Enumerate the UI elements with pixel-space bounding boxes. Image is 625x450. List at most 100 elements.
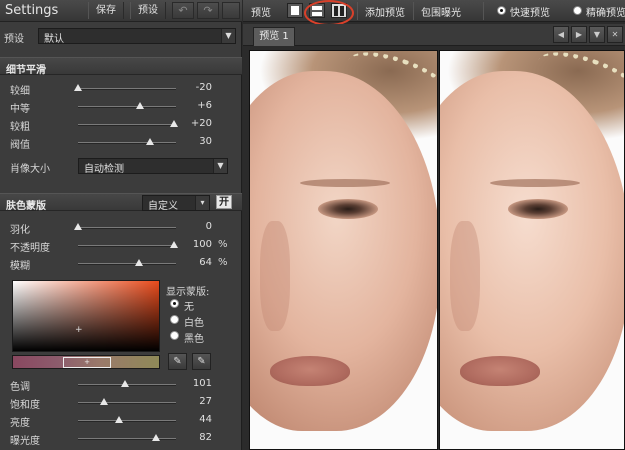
slider-track[interactable]: [78, 138, 176, 145]
tab-menu-icon[interactable]: ▼: [589, 26, 605, 43]
preset-row-label: 预设: [4, 34, 24, 45]
slider-value[interactable]: +20: [172, 118, 212, 129]
slider-row: 羽化 0: [0, 220, 242, 236]
slider-row: 阀值 30: [0, 135, 242, 151]
slider-thumb[interactable]: [121, 380, 130, 387]
slider-value[interactable]: 101: [172, 378, 212, 389]
slider-value[interactable]: 82: [172, 432, 212, 443]
slider-thumb[interactable]: [74, 84, 82, 91]
slider-row: 不透明度 100%: [0, 238, 242, 254]
slider-track[interactable]: [78, 434, 176, 441]
accurate-preview-label: 精确预览: [586, 8, 625, 19]
preview-area: 预览 添加预览 包围曝光 快速预览 精确预览 预览 1 ◀ ▶ ▼ ✕: [243, 0, 625, 450]
slider-thumb[interactable]: [152, 434, 161, 441]
skin-section-header[interactable]: 肤色蒙版 自定义 ▾ 开: [0, 193, 242, 212]
skin-toggle[interactable]: 开: [216, 195, 232, 209]
radio-icon: [170, 315, 179, 324]
preset-button[interactable]: 预设: [130, 2, 166, 19]
slider-value[interactable]: 100: [172, 239, 212, 250]
next-tab-icon[interactable]: ▶: [571, 26, 587, 43]
slider-thumb[interactable]: [145, 138, 154, 145]
prev-tab-icon[interactable]: ◀: [553, 26, 569, 43]
slider-value[interactable]: 0: [172, 221, 212, 232]
eyedropper-icon[interactable]: ✎: [168, 353, 187, 370]
slider-thumb[interactable]: [100, 398, 109, 405]
slider-row: 模糊 64%: [0, 256, 242, 272]
skin-mode-value: 自定义: [148, 201, 178, 212]
slider-label: 饱和度: [10, 400, 40, 411]
slider-label: 模糊: [10, 261, 30, 272]
tab-preview-1[interactable]: 预览 1: [253, 27, 295, 46]
slider-thumb[interactable]: [135, 102, 144, 109]
slider-value[interactable]: 30: [172, 136, 212, 147]
slider-label: 较粗: [10, 122, 30, 133]
slider-thumb[interactable]: [74, 223, 82, 230]
lips: [460, 356, 540, 386]
slider-track[interactable]: [74, 223, 176, 230]
slider-value[interactable]: 27: [172, 396, 212, 407]
slider-unit: %: [218, 257, 228, 268]
add-preview-button[interactable]: 添加预览: [365, 4, 405, 19]
single-view-icon[interactable]: [287, 3, 303, 18]
preview-label: 预览: [251, 8, 271, 19]
slider-value[interactable]: +6: [172, 100, 212, 111]
settings-toolbar: Settings 保存 预设 ↶ ↷: [0, 0, 242, 22]
preview-after[interactable]: [439, 50, 625, 450]
slider-thumb[interactable]: [134, 259, 143, 266]
slider-thumb[interactable]: [115, 416, 124, 423]
slider-track[interactable]: [78, 398, 176, 405]
settings-panel: Settings 保存 预设 ↶ ↷ 预设 默认 ▼ 细节平滑 较细 -20 中等 +…: [0, 0, 242, 450]
detail-section-header[interactable]: 细节平滑: [0, 57, 242, 76]
slider-row: 亮度 44: [0, 413, 242, 429]
mask-option-label: 白色: [184, 318, 204, 329]
accurate-preview-radio[interactable]: [573, 6, 582, 15]
radio-icon: [170, 331, 179, 340]
slider-track[interactable]: [78, 120, 179, 127]
close-icon[interactable]: ✕: [607, 26, 623, 43]
slider-track[interactable]: [78, 259, 176, 266]
slider-label: 曝光度: [10, 436, 40, 447]
slider-unit: %: [218, 239, 228, 250]
color-picker-box[interactable]: +: [12, 280, 160, 352]
highlight-circle: [304, 0, 354, 26]
panel-title: Settings: [5, 3, 59, 18]
slider-label: 较细: [10, 86, 30, 97]
slider-track[interactable]: [78, 416, 176, 423]
undo-icon[interactable]: ↶: [172, 2, 194, 19]
fast-preview-label: 快速预览: [510, 8, 550, 19]
slider-track[interactable]: [78, 102, 176, 109]
eye: [508, 199, 568, 219]
preview-before[interactable]: [249, 50, 438, 450]
mask-option-label: 黑色: [184, 334, 204, 345]
more-button[interactable]: [222, 2, 240, 19]
preset-row: 预设 默认 ▼: [0, 27, 242, 45]
slider-row: 曝光度 82: [0, 431, 242, 447]
slider-track[interactable]: [74, 84, 176, 91]
preset-dropdown[interactable]: 默认 ▼: [38, 28, 236, 45]
radio-icon: [170, 299, 179, 308]
bracket-button[interactable]: 包围曝光: [421, 4, 461, 19]
hue-range-selector[interactable]: +: [63, 357, 111, 368]
slider-row: 较细 -20: [0, 81, 242, 97]
fast-preview-radio[interactable]: [497, 6, 506, 15]
slider-value[interactable]: 64: [172, 257, 212, 268]
portrait-size-dropdown[interactable]: 自动检测 ▼: [78, 158, 228, 175]
slider-label: 不透明度: [10, 243, 50, 254]
slider-value[interactable]: -20: [172, 82, 212, 93]
chevron-down-icon: ▾: [195, 196, 209, 210]
slider-track[interactable]: [78, 380, 176, 387]
preset-value: 默认: [44, 34, 64, 45]
eyedropper-plus-icon[interactable]: ✎: [192, 353, 211, 370]
slider-row: 较粗 +20: [0, 117, 242, 133]
hue-strip[interactable]: +: [12, 355, 160, 369]
crosshair-icon: +: [75, 325, 83, 335]
slider-track[interactable]: [78, 241, 179, 248]
skin-mode-dropdown[interactable]: 自定义 ▾: [142, 195, 210, 212]
redo-icon[interactable]: ↷: [197, 2, 219, 19]
slider-label: 羽化: [10, 225, 30, 236]
show-mask-label: 显示蒙版:: [166, 287, 210, 298]
slider-label: 阀值: [10, 140, 30, 151]
slider-value[interactable]: 44: [172, 414, 212, 425]
lips: [270, 356, 350, 386]
save-button[interactable]: 保存: [88, 2, 124, 19]
